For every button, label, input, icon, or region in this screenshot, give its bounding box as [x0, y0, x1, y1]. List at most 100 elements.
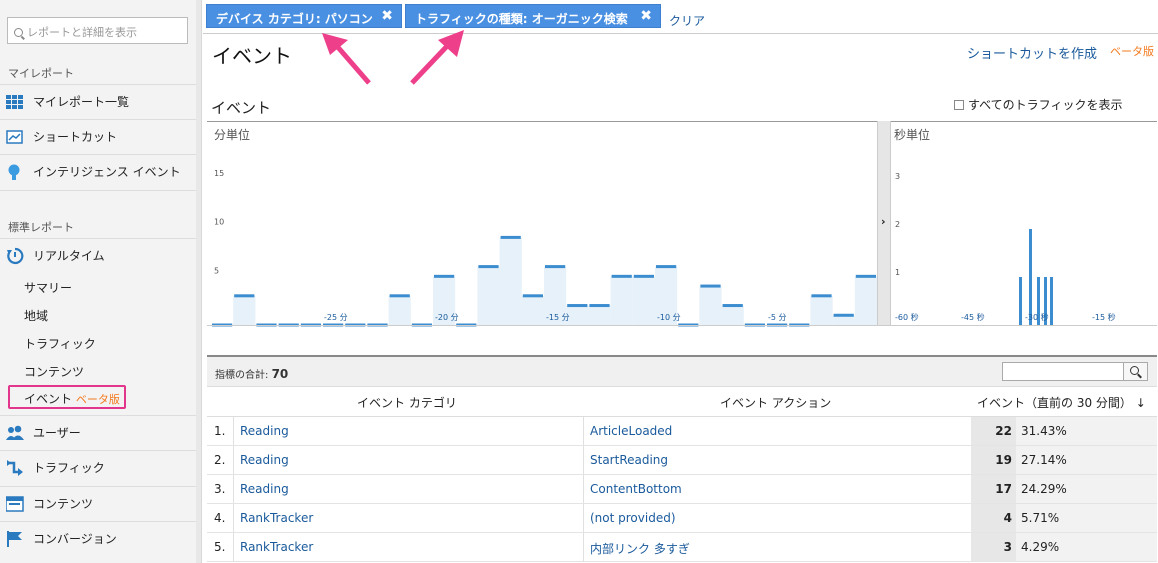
search-placeholder: レポートと詳細を表示 — [27, 26, 137, 39]
cell-divider — [233, 504, 234, 532]
sidebar-sub-content[interactable]: コンテンツ — [24, 363, 84, 380]
sidebar-sub-events[interactable]: イベント ベータ版 — [24, 390, 120, 407]
sidebar-sub-summary[interactable]: サマリー — [24, 279, 72, 296]
sidebar-item-conversion[interactable]: コンバージョン — [0, 521, 197, 555]
event-category-link[interactable]: Reading — [240, 482, 289, 496]
sidebar-sub-location[interactable]: 地域 — [24, 307, 48, 324]
bar[interactable] — [1050, 277, 1053, 325]
events-label: イベント — [24, 392, 73, 406]
x-tick-label: -45 秒 — [961, 312, 985, 322]
event-action-link[interactable]: 内部リンク 多すぎ — [590, 540, 690, 557]
bar[interactable] — [855, 274, 876, 278]
table-row: 5. RankTracker 内部リンク 多すぎ 3 4.29% — [207, 533, 1157, 562]
bar-fill — [233, 295, 256, 325]
event-category-link[interactable]: RankTracker — [240, 511, 313, 525]
clear-filters-link[interactable]: クリア — [669, 12, 705, 29]
chevron-right-icon[interactable]: › — [881, 215, 886, 228]
cell-divider — [583, 446, 584, 474]
row-index: 5. — [214, 540, 226, 554]
bar[interactable] — [833, 313, 854, 317]
bar[interactable] — [722, 304, 743, 308]
bar[interactable] — [567, 304, 588, 308]
metric-total-value: 70 — [271, 367, 289, 381]
bar[interactable] — [611, 274, 632, 278]
event-count: 3 — [971, 533, 1016, 561]
event-count: 19 — [971, 446, 1016, 474]
sidebar-item-realtime[interactable]: リアルタイム — [0, 238, 197, 272]
clock-refresh-icon — [6, 247, 24, 265]
search-icon — [14, 28, 23, 37]
bar[interactable] — [589, 304, 610, 308]
event-percent: 24.29% — [1016, 475, 1157, 503]
event-category-link[interactable]: RankTracker — [240, 540, 313, 554]
col-event-action[interactable]: イベント アクション — [720, 394, 831, 411]
bar[interactable] — [811, 294, 832, 298]
report-search-input[interactable]: レポートと詳細を表示 — [7, 17, 188, 44]
bar-fill — [632, 276, 655, 325]
event-action-link[interactable]: ArticleLoaded — [590, 424, 672, 438]
close-icon[interactable]: ✖ — [381, 8, 393, 24]
row-index: 3. — [214, 482, 226, 496]
row-index: 4. — [214, 511, 226, 525]
y-tick-label: 1 — [895, 268, 900, 277]
close-icon[interactable]: ✖ — [640, 8, 652, 24]
x-tick-label: -25 分 — [324, 313, 348, 322]
sidebar-item-intelligence[interactable]: インテリジェンス イベント — [0, 154, 197, 188]
sidebar-item-content[interactable]: コンテンツ — [0, 486, 197, 520]
sidebar: レポートと詳細を表示 マイレポート マイレポート一覧 ショートカット インテリジ… — [0, 0, 202, 563]
bar[interactable] — [234, 294, 255, 298]
bar[interactable] — [522, 294, 543, 298]
metric-total-label: 指標の合計: — [215, 370, 269, 381]
event-action-link[interactable]: (not provided) — [590, 511, 676, 525]
event-count: 4 — [971, 504, 1016, 532]
sidebar-item-users[interactable]: ユーザー — [0, 415, 197, 449]
col-event-category[interactable]: イベント カテゴリ — [357, 394, 457, 411]
bar[interactable] — [1029, 229, 1032, 325]
down-arrow-icon: ↓ — [1135, 396, 1146, 410]
event-percent: 4.29% — [1016, 533, 1157, 561]
bar[interactable] — [700, 284, 721, 288]
bar[interactable] — [656, 265, 677, 269]
bar[interactable] — [389, 294, 410, 298]
table-toolbar: 指標の合計: 70 — [207, 355, 1157, 387]
bar-fill — [588, 305, 611, 325]
table-search-button[interactable] — [1123, 362, 1148, 381]
shortcut-beta-badge: ベータ版 — [1110, 45, 1154, 58]
traffic-arrow-icon — [6, 459, 24, 477]
bar[interactable] — [633, 274, 654, 278]
event-category-link[interactable]: Reading — [240, 424, 289, 438]
bar[interactable] — [500, 235, 521, 239]
event-category-link[interactable]: Reading — [240, 453, 289, 467]
cell-divider — [583, 533, 584, 561]
bar-fill — [854, 276, 877, 325]
sidebar-sub-traffic[interactable]: トラフィック — [24, 335, 96, 352]
bar[interactable] — [434, 274, 455, 278]
checkbox-box[interactable] — [954, 100, 964, 110]
y-tick-label: 10 — [214, 218, 224, 227]
event-action-link[interactable]: StartReading — [590, 453, 668, 467]
row-index: 2. — [214, 453, 226, 467]
event-percent: 31.43% — [1016, 417, 1157, 445]
event-action-link[interactable]: ContentBottom — [590, 482, 682, 496]
metric-total: 指標の合計: 70 — [215, 366, 288, 381]
table-header: イベント カテゴリ イベント アクション イベント（直前の 30 分間） ↓ — [207, 387, 1157, 417]
col-events[interactable]: イベント（直前の 30 分間） ↓ — [977, 394, 1146, 411]
bar[interactable] — [545, 265, 566, 269]
chart-divider[interactable]: › — [877, 121, 891, 325]
event-count: 22 — [971, 417, 1016, 445]
show-all-traffic-checkbox[interactable]: すべてのトラフィックを表示 — [954, 96, 1122, 113]
sidebar-item-my-reports[interactable]: マイレポート一覧 — [0, 84, 197, 118]
table-search-input[interactable] — [1002, 362, 1124, 381]
cell-divider — [233, 446, 234, 474]
event-count: 17 — [971, 475, 1016, 503]
grid-icon — [6, 93, 24, 111]
sidebar-item-shortcuts[interactable]: ショートカット — [0, 119, 197, 153]
bar[interactable] — [1019, 277, 1022, 325]
bar[interactable] — [478, 265, 499, 269]
create-shortcut-link[interactable]: ショートカットを作成 — [967, 43, 1097, 62]
table-row: 2. Reading StartReading 19 27.14% — [207, 446, 1157, 475]
cell-divider — [583, 504, 584, 532]
table-row: 1. Reading ArticleLoaded 22 31.43% — [207, 417, 1157, 446]
sidebar-item-traffic[interactable]: トラフィック — [0, 450, 197, 484]
sidebar-item-label: トラフィック — [33, 461, 105, 475]
